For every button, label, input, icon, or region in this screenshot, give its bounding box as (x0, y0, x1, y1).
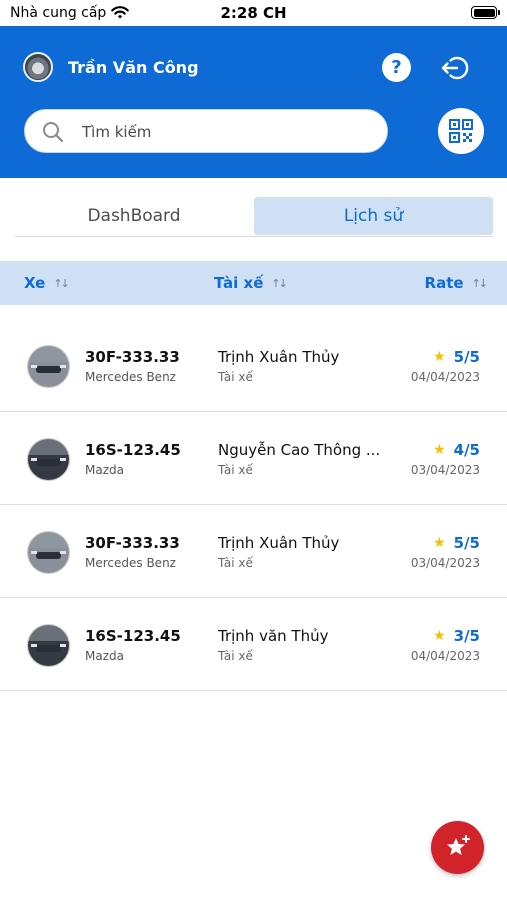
search-icon (43, 122, 64, 143)
table-row[interactable]: 30F-333.33 Mercedes Benz Trịnh Xuân Thủy… (0, 319, 507, 412)
status-bar: Nhà cung cấp 2:28 CH (0, 0, 507, 26)
car-plate: 16S-123.45 (85, 441, 181, 459)
car-photo (27, 345, 70, 388)
qr-code-icon (449, 119, 473, 143)
car-photo (27, 438, 70, 481)
search-bar[interactable] (24, 109, 388, 153)
car-photo (27, 624, 70, 667)
app-header: Trần Văn Công ? (0, 26, 507, 178)
table-header: Xe ↑↓ Tài xế ↑↓ Rate ↑↓ (0, 261, 507, 305)
trip-date: 03/04/2023 (410, 556, 480, 570)
status-time: 2:28 CH (220, 4, 287, 22)
trip-date: 03/04/2023 (410, 463, 480, 477)
rating-value: 5/5 (453, 348, 480, 366)
driver-role: Tài xế (218, 370, 253, 384)
driver-name: Nguyễn Cao Thông ... (218, 441, 381, 459)
star-icon: ★ (433, 628, 446, 644)
rating: ★ 4/5 (433, 441, 480, 459)
driver-name: Trịnh Xuân Thủy (218, 348, 340, 366)
help-icon: ? (391, 57, 402, 78)
sort-icon: ↑↓ (271, 276, 288, 290)
rating-value: 4/5 (453, 441, 480, 459)
rating-value: 3/5 (453, 627, 480, 645)
battery-icon (471, 6, 500, 19)
driver-role: Tài xế (218, 649, 253, 663)
driver-name: Trịnh Xuân Thủy (218, 534, 340, 552)
column-header-car[interactable]: Xe ↑↓ (24, 274, 70, 292)
avatar[interactable] (23, 52, 53, 82)
trip-date: 04/04/2023 (410, 370, 480, 384)
star-icon: ★ (433, 442, 446, 458)
tab-history[interactable]: Lịch sử (254, 197, 493, 235)
add-rating-icon (446, 834, 470, 855)
car-model: Mercedes Benz (85, 556, 176, 570)
add-rating-button[interactable] (431, 821, 484, 874)
rating-value: 5/5 (453, 534, 480, 552)
column-header-rate[interactable]: Rate ↑↓ (424, 274, 489, 292)
column-header-driver[interactable]: Tài xế ↑↓ (214, 274, 288, 292)
car-plate: 16S-123.45 (85, 627, 181, 645)
car-photo (27, 531, 70, 574)
driver-role: Tài xế (218, 556, 253, 570)
user-name: Trần Văn Công (68, 58, 199, 77)
car-model: Mercedes Benz (85, 370, 176, 384)
column-label: Tài xế (214, 274, 264, 292)
trip-history-list: 30F-333.33 Mercedes Benz Trịnh Xuân Thủy… (0, 319, 507, 691)
qr-scan-button[interactable] (438, 108, 484, 154)
column-label: Xe (24, 274, 46, 292)
star-icon: ★ (433, 535, 446, 551)
driver-name: Trịnh văn Thủy (218, 627, 329, 645)
car-plate: 30F-333.33 (85, 534, 180, 552)
table-row[interactable]: 16S-123.45 Mazda Trịnh văn Thủy Tài xế ★… (0, 598, 507, 691)
car-plate: 30F-333.33 (85, 348, 180, 366)
trip-date: 04/04/2023 (410, 649, 480, 663)
sort-icon: ↑↓ (53, 276, 70, 290)
star-icon: ★ (433, 349, 446, 365)
driver-role: Tài xế (218, 463, 253, 477)
table-row[interactable]: 16S-123.45 Mazda Nguyễn Cao Thông ... Tà… (0, 412, 507, 505)
car-model: Mazda (85, 649, 124, 663)
tab-dashboard[interactable]: DashBoard (15, 197, 253, 235)
rating: ★ 5/5 (433, 534, 480, 552)
search-input[interactable] (82, 120, 362, 144)
rating: ★ 5/5 (433, 348, 480, 366)
tab-bar: DashBoard Lịch sử (15, 197, 493, 237)
sort-icon: ↑↓ (471, 276, 489, 290)
column-label: Rate (424, 274, 464, 292)
car-model: Mazda (85, 463, 124, 477)
logout-icon[interactable] (440, 53, 470, 83)
table-row[interactable]: 30F-333.33 Mercedes Benz Trịnh Xuân Thủy… (0, 505, 507, 598)
help-button[interactable]: ? (382, 53, 411, 82)
rating: ★ 3/5 (433, 627, 480, 645)
